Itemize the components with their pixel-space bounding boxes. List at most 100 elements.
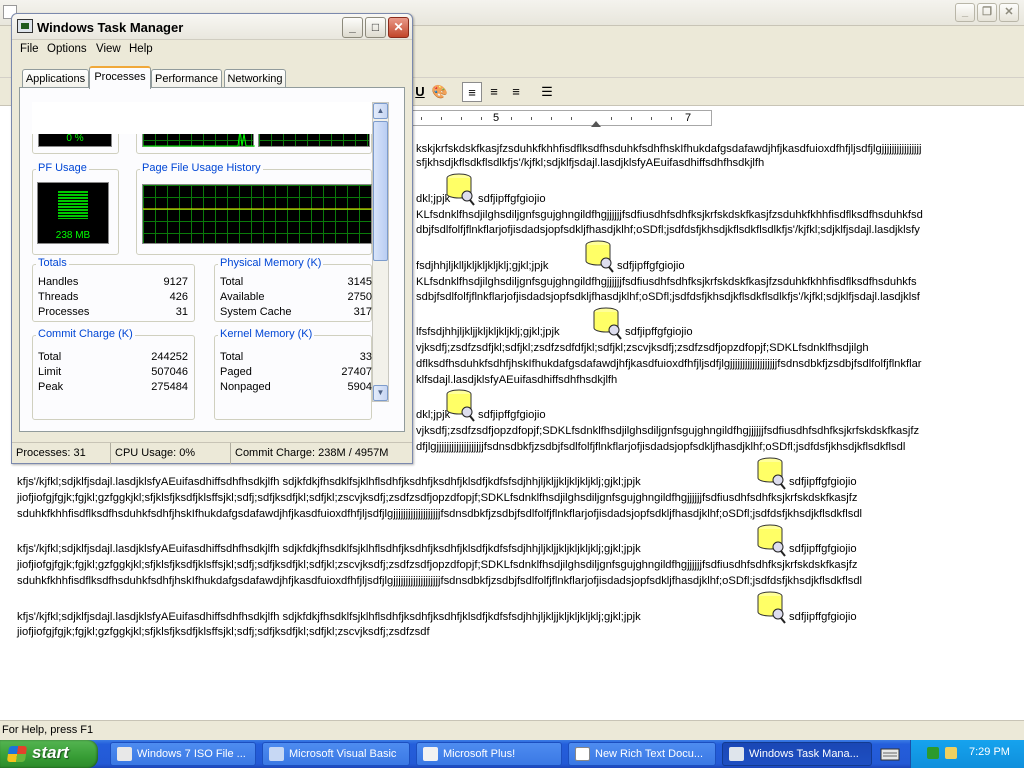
database-object-icon[interactable]: [756, 590, 786, 624]
task-manager-icon: [729, 747, 744, 761]
indent-marker[interactable]: [591, 121, 601, 127]
menu-options[interactable]: Options: [47, 43, 87, 55]
physmem-total-value: 3145: [347, 276, 372, 288]
doc-line: KLfsdnklfhsdjilghsdiljgnfsgujghngildfhgj…: [416, 276, 917, 288]
kernel-total-label: Total: [220, 351, 244, 363]
ruler-number: 7: [685, 112, 692, 124]
taskbar: start Windows 7 ISO File ... Microsoft V…: [0, 740, 1024, 768]
kernel-paged-label: Paged: [220, 366, 252, 378]
vertical-scrollbar[interactable]: ▲ ▼: [372, 102, 389, 402]
overlay-area: [32, 102, 372, 134]
database-object-icon[interactable]: [445, 172, 475, 206]
kernel-total-value: 33: [359, 351, 372, 363]
taskbar-button-wordpad[interactable]: New Rich Text Docu...: [568, 742, 716, 766]
pf-history-graph: [142, 184, 372, 244]
status-text: For Help, press F1: [2, 724, 94, 736]
tab-networking[interactable]: Networking: [224, 69, 286, 88]
windows-flag-icon: [6, 746, 28, 762]
totals-threads-label: Threads: [38, 291, 79, 303]
underline-button[interactable]: U: [410, 82, 430, 102]
start-label: start: [32, 743, 69, 762]
commit-charge-label: Commit Charge (K): [36, 328, 135, 340]
task-manager-title: Windows Task Manager: [37, 20, 184, 35]
physmem-cache-label: System Cache: [220, 306, 292, 318]
task-manager-tabs: Applications Processes Performance Netwo…: [12, 66, 412, 89]
database-object-icon[interactable]: [445, 388, 475, 422]
database-object-icon[interactable]: [592, 306, 622, 340]
pf-history-group: Page File Usage History: [136, 162, 372, 255]
taskbar-button-label: Windows Task Mana...: [749, 748, 859, 760]
bullets-icon[interactable]: ☰: [537, 82, 557, 102]
database-object-icon[interactable]: [756, 456, 786, 490]
physmem-cache-value: 317: [353, 306, 372, 318]
ruler-number: 5: [493, 112, 500, 124]
pf-usage-group: PF Usage 238 MB: [32, 162, 119, 255]
wordpad-status-bar: For Help, press F1: [0, 720, 1024, 740]
physmem-available-label: Available: [220, 291, 265, 303]
align-center-icon[interactable]: ≡: [484, 82, 504, 102]
task-manager-panel: 0 % PF Usage 238 MB Page File Usage Hist…: [19, 87, 405, 432]
menu-file[interactable]: File: [20, 43, 39, 55]
menu-help[interactable]: Help: [129, 43, 153, 55]
close-button[interactable]: ✕: [999, 3, 1019, 22]
align-left-icon[interactable]: ≡: [462, 82, 482, 102]
pf-usage-label: PF Usage: [36, 162, 89, 174]
taskbar-button-task-manager[interactable]: Windows Task Mana...: [722, 742, 872, 766]
physical-memory-label: Physical Memory (K): [218, 257, 324, 269]
doc-line: sdfjipffgfgiojio: [625, 326, 693, 338]
status-commit-charge: Commit Charge: 238M / 4957M: [230, 443, 412, 464]
commit-limit-label: Limit: [38, 366, 62, 378]
taskbar-button-microsoft-plus[interactable]: Microsoft Plus!: [416, 742, 562, 766]
scroll-down-icon[interactable]: ▼: [373, 385, 388, 401]
doc-line: klfsdajl.lasdjklsfyAEuifasdhiffsdhfhsdkj…: [416, 374, 618, 386]
doc-line: kskjkrfskdskfkasjfzsduhkfkhhfisdflksdfhs…: [416, 143, 922, 155]
doc-line: sduhkfkhhfisdflksdfhsduhkfsdhfjhskIfhukd…: [17, 575, 863, 587]
start-button[interactable]: start: [0, 740, 98, 768]
database-object-icon[interactable]: [584, 239, 614, 273]
doc-line: sduhkfkhhfisdflksdfhsduhkfsdhfjhskIfhukd…: [17, 508, 863, 520]
doc-line: sdfjipffgfgiojio: [478, 193, 546, 205]
commit-total-value: 244252: [151, 351, 188, 363]
pf-history-label: Page File Usage History: [140, 162, 263, 174]
ruler[interactable]: 5 7: [410, 110, 712, 127]
totals-processes-value: 31: [175, 306, 188, 318]
commit-limit-value: 507046: [151, 366, 188, 378]
maximize-button[interactable]: □: [365, 17, 386, 38]
tab-applications[interactable]: Applications: [22, 69, 89, 88]
task-manager-tray-icon[interactable]: [927, 747, 939, 759]
color-icon[interactable]: 🎨: [430, 82, 450, 102]
close-button[interactable]: ✕: [388, 17, 409, 38]
taskbar-button-visual-basic[interactable]: Microsoft Visual Basic: [262, 742, 410, 766]
task-manager-title-bar[interactable]: Windows Task Manager _ □ ✕: [12, 14, 412, 40]
tab-processes[interactable]: Processes: [89, 66, 151, 89]
scroll-up-icon[interactable]: ▲: [373, 103, 388, 119]
menu-view[interactable]: View: [96, 43, 121, 55]
status-processes: Processes: 31: [16, 447, 86, 459]
status-cpu-usage: CPU Usage: 0%: [110, 443, 230, 464]
task-manager-app-icon: [17, 19, 33, 33]
doc-line: vjksdfj;zsdfzsdfjkl;sdfjkl;zsdfzsdfdfjkl…: [416, 342, 869, 354]
keyboard-icon[interactable]: [880, 745, 900, 763]
doc-line: jiofjiofgjfgjk;fgjkl;gzfggkjkl;sfjklsfjk…: [17, 492, 858, 504]
microsoft-plus-icon: [423, 747, 438, 761]
tab-performance[interactable]: Performance: [151, 69, 222, 88]
task-manager-menubar: File Options View Help: [12, 41, 412, 61]
doc-line: sdfjipffgfgiojio: [789, 543, 857, 555]
network-icon[interactable]: [945, 747, 957, 759]
cpu-usage-value: 0 %: [66, 133, 84, 144]
taskbar-button-windows7-iso[interactable]: Windows 7 ISO File ...: [110, 742, 256, 766]
doc-line: kfjs'/kjfkl;sdjklfjsdajl.lasdjklsfyAEuif…: [17, 476, 641, 488]
taskbar-button-label: Microsoft Plus!: [443, 748, 516, 760]
restore-button[interactable]: ❐: [977, 3, 997, 22]
taskbar-button-label: Microsoft Visual Basic: [289, 748, 397, 760]
minimize-button[interactable]: _: [955, 3, 975, 22]
doc-line: jiofjiofgjfgjk;fgjkl;gzfggkjkl;sfjklsfjk…: [17, 626, 430, 638]
align-right-icon[interactable]: ≡: [506, 82, 526, 102]
pf-usage-bar: [58, 191, 88, 219]
database-object-icon[interactable]: [756, 523, 786, 557]
doc-line: dflksdfhsduhkfsdhfjhskIfhukdafgsdafawdjh…: [416, 358, 922, 370]
scroll-thumb[interactable]: [373, 121, 388, 261]
doc-line: sdfjipffgfgiojio: [617, 260, 685, 272]
clock[interactable]: 7:29 PM: [969, 746, 1010, 758]
minimize-button[interactable]: _: [342, 17, 363, 38]
